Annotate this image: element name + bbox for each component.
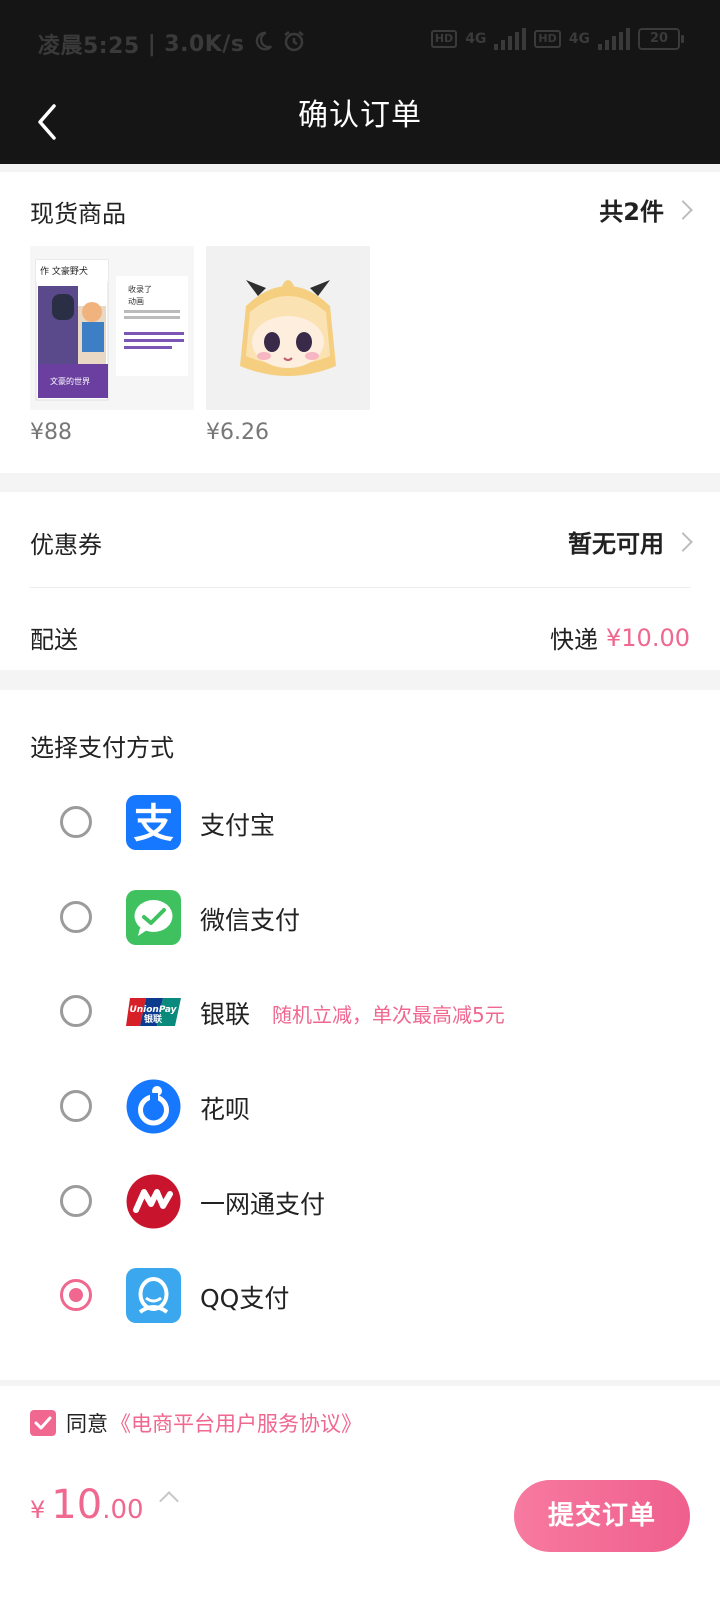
coupon-label: 优惠券 [30,531,102,559]
yiwangtong-icon [126,1174,181,1229]
svg-text:支: 支 [134,801,174,847]
payment-name: 微信支付 [200,906,301,935]
divider [30,587,690,588]
signal-icon-2 [598,28,630,50]
agreement-prefix: 同意 [66,1412,108,1436]
payment-option-yiwangtong[interactable]: 一网通支付 [0,1157,720,1251]
radio-button[interactable] [60,1090,92,1122]
product-price-1: ¥88 [30,420,72,445]
radio-button-selected[interactable] [60,1279,92,1311]
agreement-row: 同意 《电商平台用户服务协议》 [30,1408,362,1438]
payment-title: 选择支付方式 [30,734,174,762]
total-decimal: .00 [102,1495,144,1525]
total-price: ¥ 10 .00 [30,1482,179,1528]
payment-name: 支付宝 [200,811,276,840]
bottom-bar: 同意 《电商平台用户服务协议》 ¥ 10 .00 提交订单 [0,1386,720,1600]
goods-section-title: 现货商品 [30,200,126,228]
payment-option-huabei[interactable]: 花呗 [0,1062,720,1156]
moon-icon [252,30,274,58]
wechat-pay-icon [126,890,181,945]
payment-name: 一网通支付 [200,1190,326,1219]
payment-option-alipay[interactable]: 支 支付宝 [0,778,720,872]
nav-bar: 确认订单 [0,84,720,164]
payment-option-wechat[interactable]: 微信支付 [0,873,720,967]
status-bar: 凌晨5:25 | 3.0K/s HD 4G HD 4G 20 [0,0,720,84]
radio-button[interactable] [60,1185,92,1217]
delivery-info: 快递 ¥10.00 [550,620,690,655]
alipay-icon: 支 [126,795,181,850]
payment-option-qqpay[interactable]: QQ支付 [0,1251,720,1345]
signal-icon [494,28,527,50]
payment-name: 花呗 [200,1095,251,1124]
product-image-book[interactable]: 作 文豪野犬 文豪的世界 收录了 动画 [30,246,194,410]
check-icon [34,1416,52,1430]
goods-count: 共2件 [599,198,664,226]
delivery-method: 快递 [550,626,599,654]
hd-icon-2: HD [534,30,561,48]
coupon-selector[interactable]: 暂无可用 [568,524,693,559]
unionpay-icon: UnionPay 银联 [126,984,181,1039]
svg-text:银联: 银联 [144,1013,163,1025]
product-image-figure[interactable] [206,246,370,410]
radio-button[interactable] [60,901,92,933]
status-time: 凌晨5:25 [38,34,140,59]
agreement-checkbox[interactable] [30,1410,56,1436]
agreement-link[interactable]: 《电商平台用户服务协议》 [110,1408,362,1438]
network-type-2: 4G [568,31,590,47]
radio-button[interactable] [60,995,92,1027]
goods-count-link[interactable]: 共2件 [599,192,693,227]
currency-symbol: ¥ [30,1496,46,1524]
svg-text:UnionPay: UnionPay [129,1005,177,1015]
payment-option-unionpay[interactable]: UnionPay 银联 银联 随机立减，单次最高减5元 [0,967,720,1061]
svg-text:文豪的世界: 文豪的世界 [50,376,90,386]
chevron-up-icon[interactable] [158,1491,179,1511]
coupon-value: 暂无可用 [568,530,664,558]
chevron-right-icon [673,531,693,552]
delivery-price: ¥10.00 [606,623,690,652]
status-net-speed: 3.0K/s [164,31,245,57]
svg-text:动画: 动画 [128,296,144,306]
product-price-2: ¥6.26 [206,420,269,445]
battery-icon: 20 [638,28,684,50]
payment-name: 银联 [200,1000,251,1029]
huabei-icon [126,1079,181,1134]
total-integer: 10 [51,1482,103,1528]
payment-name: QQ支付 [200,1284,290,1313]
alarm-icon [282,29,306,59]
delivery-label: 配送 [30,626,78,654]
svg-text:作 文豪野犬: 作 文豪野犬 [40,265,88,277]
hd-icon: HD [430,30,458,48]
qq-pay-icon [126,1268,181,1323]
network-type-1: 4G [465,31,487,47]
radio-button[interactable] [60,806,92,838]
svg-text:收录了: 收录了 [128,284,152,294]
chevron-right-icon [673,199,693,220]
unionpay-promo: 随机立减，单次最高减5元 [272,1003,505,1027]
submit-order-button[interactable]: 提交订单 [514,1480,690,1552]
page-title: 确认订单 [298,98,422,133]
